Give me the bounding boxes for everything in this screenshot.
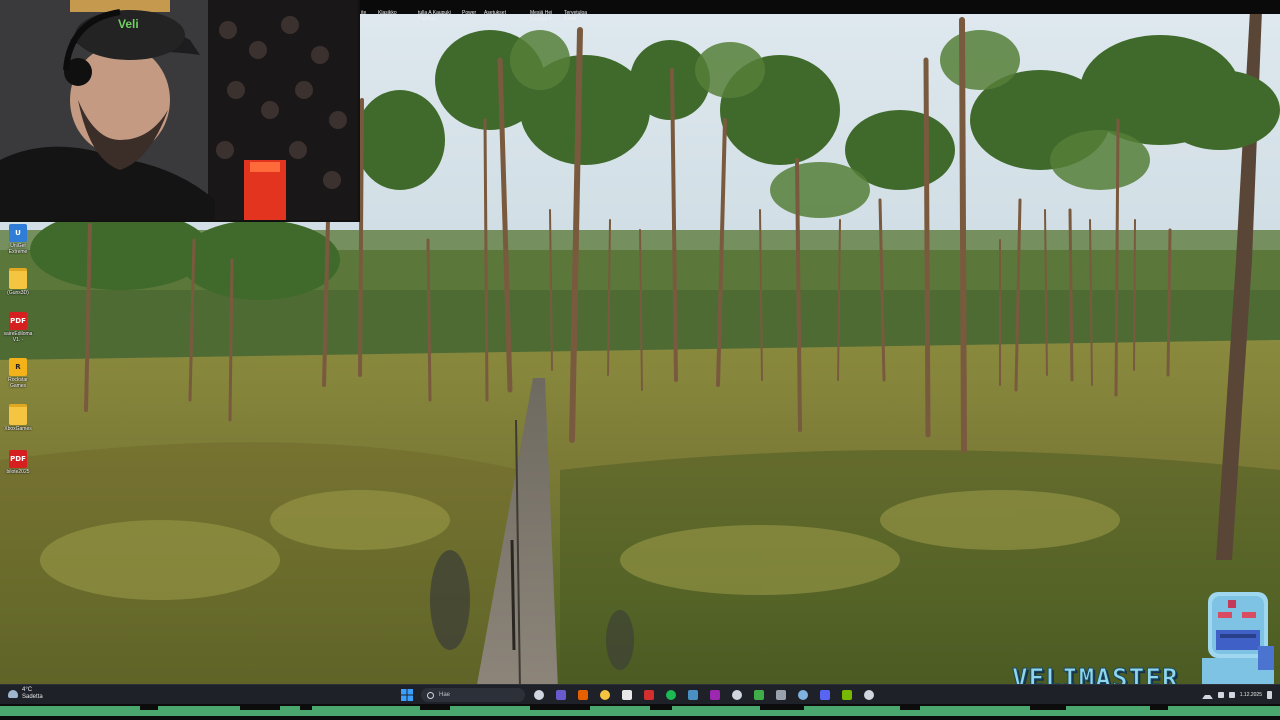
webcam-feed: Veli xyxy=(0,0,358,220)
settings-icon[interactable] xyxy=(774,688,788,702)
cap-text: Veli xyxy=(118,17,139,31)
overlay-pixel xyxy=(760,706,804,710)
app-glyph xyxy=(600,690,610,700)
desktop-icon-label: XboxGames xyxy=(4,426,32,432)
app-glyph xyxy=(622,690,632,700)
desktop-icon-rockstar[interactable]: R Rockstar Games xyxy=(2,358,34,389)
taskbar-apps xyxy=(532,688,876,702)
app-glyph xyxy=(688,690,698,700)
nvidia-icon[interactable] xyxy=(840,688,854,702)
overlay-pixel xyxy=(1030,706,1066,710)
weather-temp: 4°C xyxy=(22,687,33,693)
desktop-icon-label: Rockstar Games xyxy=(8,377,28,389)
tool-icon[interactable] xyxy=(796,688,810,702)
app-glyph xyxy=(534,690,544,700)
desktop-icon-pdf-saire[interactable]: PDF saireEdiloma V1. - xyxy=(2,312,34,343)
pdf-icon: PDF xyxy=(9,450,27,468)
start-button[interactable] xyxy=(400,688,414,702)
spotify-icon[interactable] xyxy=(664,688,678,702)
mascot-icon xyxy=(1202,592,1274,690)
search-placeholder: Hae xyxy=(439,692,451,698)
desktop-icon-xboxgames[interactable]: XboxGames xyxy=(2,404,34,432)
overlay-pixel xyxy=(420,706,450,710)
discord-icon[interactable] xyxy=(818,688,832,702)
app-glyph xyxy=(578,690,588,700)
file-explorer-icon[interactable] xyxy=(598,688,612,702)
desktop-icon-label: (Guns3D) xyxy=(7,290,29,296)
app-glyph xyxy=(732,690,742,700)
pdf-icon: PDF xyxy=(9,312,27,330)
stream-overlay-bar xyxy=(0,704,1280,720)
app-glyph xyxy=(842,690,852,700)
clock[interactable]: 1.12.2025 xyxy=(1240,692,1262,698)
teams-icon[interactable] xyxy=(554,688,568,702)
weather-icon xyxy=(8,690,18,698)
desktop-icon-guns3d[interactable]: (Guns3D) xyxy=(2,268,34,296)
app-glyph xyxy=(820,690,830,700)
desktop-icon-uniget[interactable]: U UniGet Extreme xyxy=(2,224,34,255)
weather-text: 4°C Sadetta xyxy=(22,687,43,701)
search-icon xyxy=(427,691,434,699)
firefox-icon[interactable] xyxy=(576,688,590,702)
weather-widget[interactable]: 4°C Sadetta xyxy=(8,687,43,701)
top-label-4: Power xyxy=(462,10,477,16)
task-view-icon[interactable] xyxy=(532,688,546,702)
folder-icon xyxy=(9,404,27,425)
terminal-icon[interactable] xyxy=(862,688,876,702)
taskbar-search[interactable]: Hae xyxy=(421,688,525,702)
overlay-pixel xyxy=(140,706,158,710)
notification-icon[interactable] xyxy=(1267,691,1272,699)
desktop-icon-pdf-bilote[interactable]: PDF bilote2025 xyxy=(2,450,34,475)
overlay-pixel xyxy=(650,706,672,710)
folder-icon xyxy=(9,268,27,289)
app-glyph xyxy=(666,690,676,700)
app-glyph xyxy=(864,690,874,700)
desktop-icon-label: bilote2025 xyxy=(6,469,30,475)
overlay-pixel xyxy=(240,706,280,710)
app-glyph xyxy=(798,690,808,700)
top-label-6: Mesiä Hei Kauppa-X xyxy=(530,10,553,22)
chevron-up-icon[interactable] xyxy=(1201,692,1213,699)
app-glyph xyxy=(710,690,720,700)
obs-icon[interactable] xyxy=(708,688,722,702)
weather-desc: Sadetta xyxy=(22,694,43,700)
desktop-icon-label: UniGet Extreme xyxy=(8,243,28,255)
top-label-7: Tervetuloa Kaalit xyxy=(564,10,588,22)
clock-date: 1.12.2025 xyxy=(1239,692,1262,698)
desktop-icon-label: saireEdiloma V1. - xyxy=(3,331,33,343)
network-icon[interactable] xyxy=(1217,692,1224,698)
top-label-1: ite xyxy=(361,10,367,16)
windows-icon xyxy=(401,689,413,701)
app-glyph xyxy=(754,690,764,700)
webcam-overlay: Veli xyxy=(0,0,360,222)
top-label-3: tulla A Kaupuki Hajebas xyxy=(418,10,451,22)
xbox-icon[interactable] xyxy=(752,688,766,702)
top-label-5: Asetukset xyxy=(484,10,506,16)
app-glyph xyxy=(644,690,654,700)
store-icon[interactable] xyxy=(620,688,634,702)
overlay-pixel xyxy=(900,706,920,710)
system-tray: 1.12.2025 xyxy=(1201,687,1272,703)
top-label-2: Klasikko xyxy=(378,10,397,16)
opera-icon[interactable] xyxy=(642,688,656,702)
overlay-pixel xyxy=(1150,706,1168,710)
rockstar-icon: R xyxy=(9,358,27,376)
volume-icon[interactable] xyxy=(1228,692,1235,698)
overlay-pixel xyxy=(300,706,312,710)
steam-icon[interactable] xyxy=(686,688,700,702)
overlay-bar-fill xyxy=(0,706,1280,716)
media-player-icon[interactable] xyxy=(730,688,744,702)
app-icon: U xyxy=(9,224,27,242)
taskbar-center: Hae xyxy=(400,687,876,703)
taskbar: 4°C Sadetta Hae 1.12.2025 xyxy=(0,684,1280,705)
overlay-pixel xyxy=(530,706,590,710)
app-glyph xyxy=(556,690,566,700)
app-glyph xyxy=(776,690,786,700)
